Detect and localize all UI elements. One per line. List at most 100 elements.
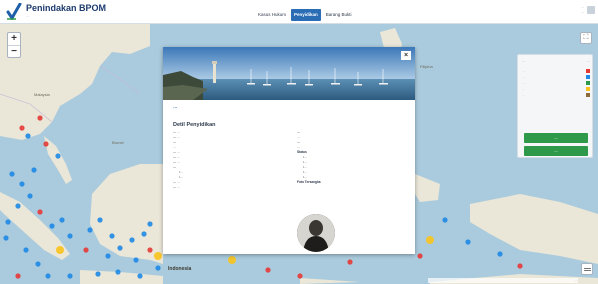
map-marker-blue[interactable] — [5, 219, 11, 225]
detail-row: … … — [173, 185, 183, 190]
map-marker-blue[interactable] — [87, 227, 93, 233]
bpom-logo — [6, 3, 22, 20]
map-marker-red[interactable] — [37, 115, 43, 121]
map-marker-red[interactable] — [37, 209, 43, 215]
detail-key: … — [297, 130, 301, 134]
map-marker-blue[interactable] — [109, 233, 115, 239]
legend-item[interactable]: … — [522, 81, 590, 86]
label-indonesia: Indonesia — [168, 266, 192, 272]
legend-count: … — [586, 59, 590, 63]
brand-subtitle: … — [26, 14, 30, 18]
legend-item[interactable]: … — [522, 93, 590, 98]
map-marker-yellow[interactable] — [154, 252, 162, 260]
detail-key: … — [173, 185, 177, 189]
suspect-avatar — [297, 214, 335, 252]
map-marker-blue[interactable] — [35, 261, 41, 267]
map-marker-blue[interactable] — [105, 253, 111, 259]
layers-icon[interactable] — [581, 263, 593, 275]
fullscreen-icon[interactable]: ⛶ — [580, 32, 592, 44]
map-marker-blue[interactable] — [117, 245, 123, 251]
zoom-control: + − — [7, 32, 21, 58]
section-title: Detil Penyidikan — [173, 122, 216, 128]
legend-panel: … … … … … … … … … — [517, 54, 593, 158]
legend-action-button[interactable]: … — [524, 133, 588, 143]
map-marker-red[interactable] — [147, 247, 153, 253]
detail-key: … — [173, 140, 177, 144]
map-marker-blue[interactable] — [31, 167, 37, 173]
map-marker-red[interactable] — [43, 141, 49, 147]
detail-key: … — [297, 140, 301, 144]
map-marker-blue[interactable] — [133, 257, 139, 263]
detail-value: … — [177, 160, 181, 164]
close-icon[interactable]: × — [401, 51, 411, 60]
map-marker-blue[interactable] — [141, 231, 147, 237]
nav-barang-bukti[interactable]: Barang Bukti — [323, 9, 355, 21]
map-marker-red[interactable] — [417, 253, 423, 259]
detail-key: Status — [297, 150, 307, 154]
brand-title: Penindakan BPOM — [26, 3, 107, 13]
map-marker-red[interactable] — [19, 125, 25, 131]
detail-modal: × … Detil Penyidikan … … … … … … … … … …… — [163, 47, 415, 254]
map-marker-blue[interactable] — [442, 217, 448, 223]
nav-kasus-hukum[interactable]: Kasus Hukum — [255, 9, 289, 21]
detail-key: … — [173, 180, 177, 184]
map-marker-yellow[interactable] — [426, 236, 434, 244]
legend-item[interactable]: … — [522, 69, 590, 74]
map-marker-blue[interactable] — [27, 193, 33, 199]
nav-penyidikan[interactable]: Penyidikan — [291, 9, 321, 21]
legend-item-label: … — [522, 81, 525, 85]
map-marker-blue[interactable] — [59, 217, 65, 223]
header-info: … … — [581, 5, 584, 15]
map-marker-blue[interactable] — [55, 153, 61, 159]
location-photo — [163, 47, 415, 100]
map-marker-blue[interactable] — [95, 271, 101, 277]
legend-item[interactable]: … — [522, 75, 590, 80]
zoom-out-button[interactable]: − — [8, 45, 20, 57]
map-marker-yellow[interactable] — [228, 256, 236, 264]
legend-item-label: … — [522, 87, 525, 91]
legend-action-button[interactable]: … — [524, 146, 588, 156]
app-root: Penindakan BPOM … Kasus Hukum Penyidikan… — [0, 0, 598, 284]
map-marker-blue[interactable] — [19, 181, 25, 187]
map-marker-blue[interactable] — [3, 235, 9, 241]
zoom-in-button[interactable]: + — [8, 33, 20, 45]
detail-value: … — [177, 135, 181, 139]
detail-value: … — [173, 145, 177, 149]
map-marker-blue[interactable] — [67, 233, 73, 239]
legend-item-label: … — [522, 69, 525, 73]
map-marker-red[interactable] — [517, 263, 523, 269]
map-marker-blue[interactable] — [97, 217, 103, 223]
detail-key: … — [173, 135, 177, 139]
legend-item[interactable]: … — [522, 87, 590, 92]
legend-item-label: … — [522, 75, 525, 79]
map-marker-blue[interactable] — [25, 133, 31, 139]
map-marker-blue[interactable] — [497, 251, 503, 257]
header-menu-icon[interactable] — [587, 6, 595, 14]
map-marker-red[interactable] — [347, 259, 353, 265]
map-marker-blue[interactable] — [9, 171, 15, 177]
map-marker-red[interactable] — [265, 267, 271, 273]
map-marker-blue[interactable] — [147, 221, 153, 227]
map-marker-yellow[interactable] — [56, 246, 64, 254]
detail-value: … — [177, 150, 181, 154]
header-info-line: … — [580, 10, 584, 14]
map-marker-blue[interactable] — [137, 273, 143, 279]
main-nav: Kasus Hukum Penyidikan Barang Bukti — [255, 9, 355, 21]
map-marker-blue[interactable] — [49, 223, 55, 229]
label-brunei: Brunei — [112, 140, 124, 145]
map-marker-blue[interactable] — [155, 265, 161, 271]
map-marker-blue[interactable] — [465, 239, 471, 245]
map-attribution: … — [428, 278, 578, 283]
map-marker-blue[interactable] — [15, 203, 21, 209]
map-marker-red[interactable] — [297, 273, 303, 279]
map-marker-red[interactable] — [83, 247, 89, 253]
map-marker-red[interactable] — [15, 273, 21, 279]
map-marker-blue[interactable] — [67, 273, 73, 279]
map-marker-blue[interactable] — [115, 269, 121, 275]
map-marker-blue[interactable] — [45, 273, 51, 279]
map-marker-blue[interactable] — [129, 237, 135, 243]
detail-right-column: … … … … Status … … … … … Foto Tersangka — [297, 130, 321, 185]
map-marker-blue[interactable] — [23, 247, 29, 253]
legend-swatch — [586, 81, 590, 85]
detail-key: … — [173, 155, 177, 159]
